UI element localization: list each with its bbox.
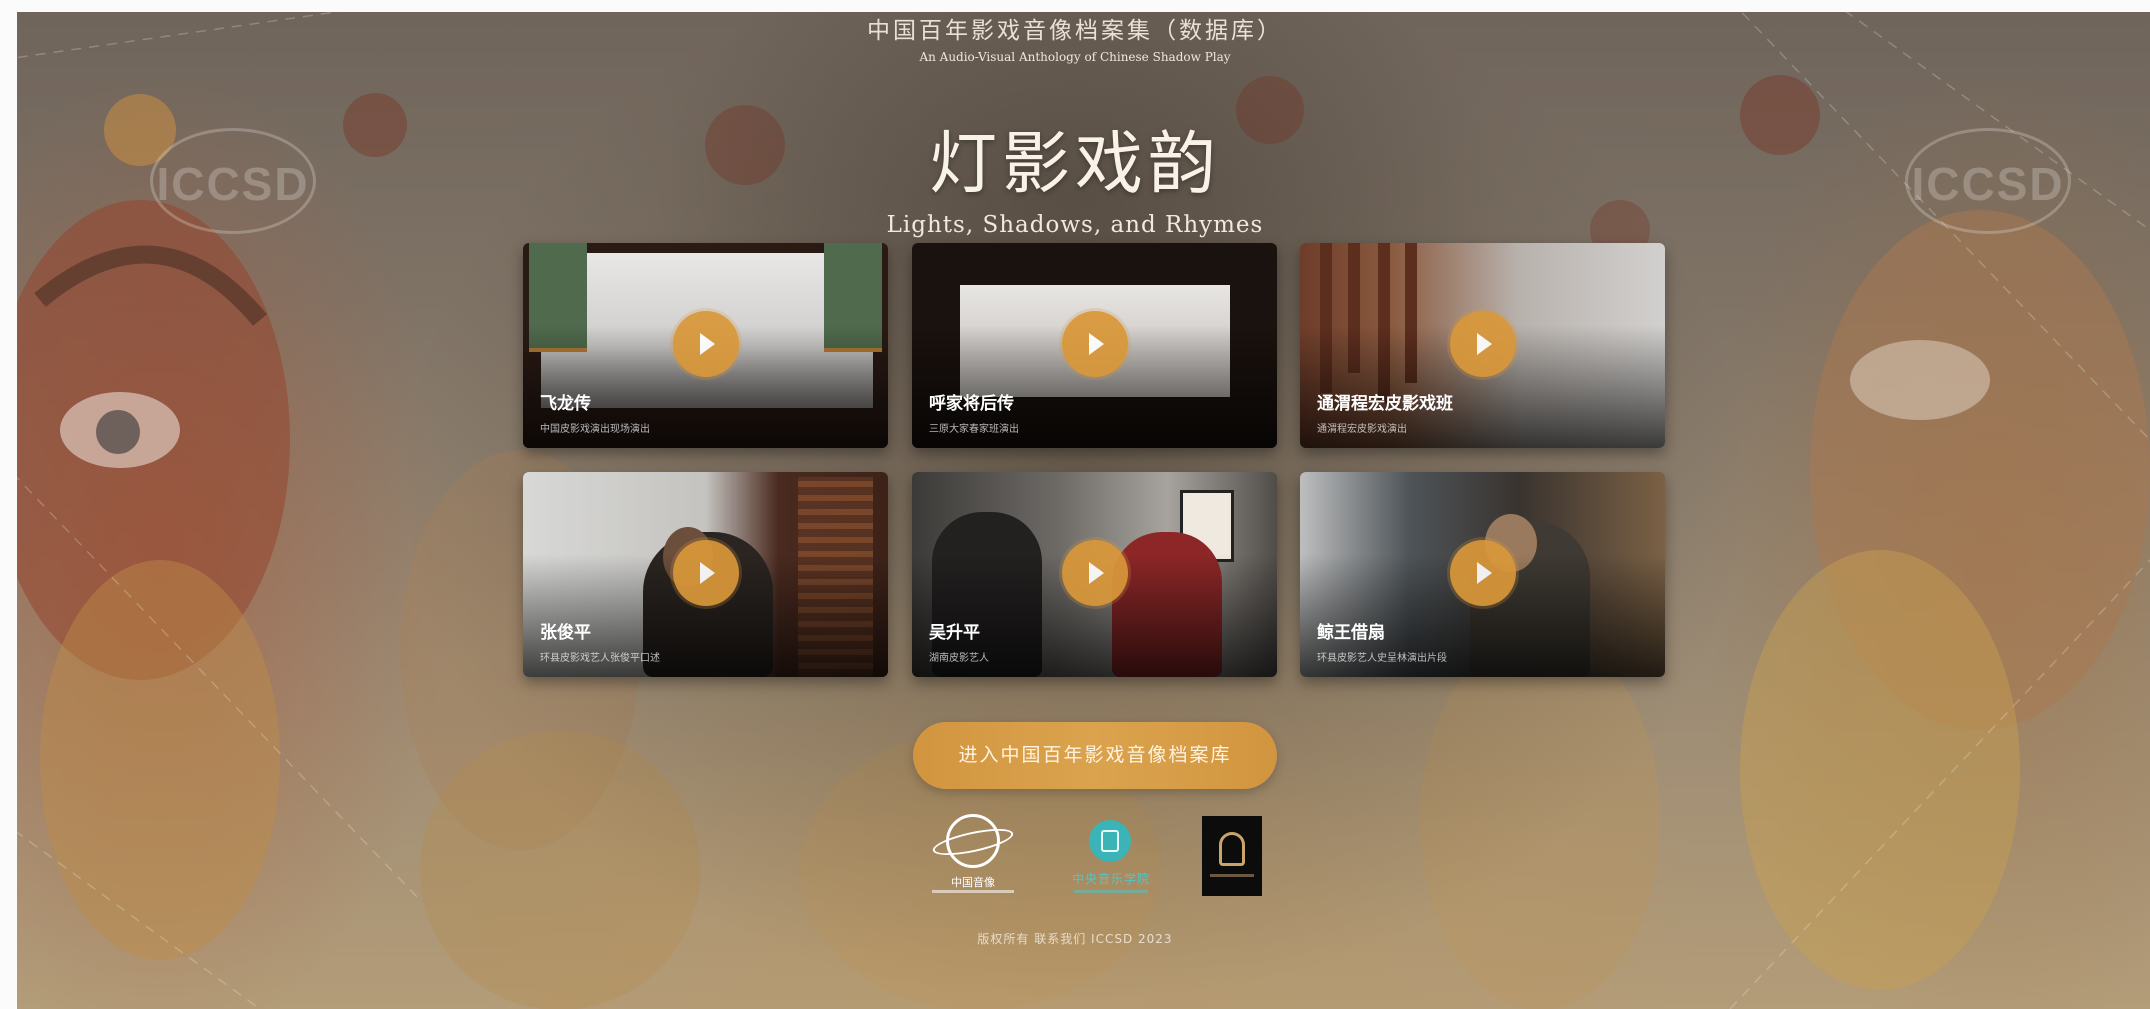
video-card[interactable]: 鲸王借扇 环县皮影艺人史呈林演出片段 xyxy=(1300,472,1665,677)
seal-icon xyxy=(1089,820,1131,862)
partner-logo-2[interactable]: 中央音乐学院 xyxy=(1066,820,1156,898)
brand-mark-icon xyxy=(1219,832,1245,866)
site-cn-subtitle: 中国百年影戏音像档案集（数据库） xyxy=(867,18,1283,44)
site-en-subtitle: An Audio-Visual Anthology of Chinese Sha… xyxy=(919,50,1231,64)
video-card[interactable]: 吴升平 湖南皮影艺人 xyxy=(912,472,1277,677)
video-title: 通渭程宏皮影戏班 xyxy=(1317,394,1453,414)
video-card[interactable]: 呼家将后传 三原大家春家班演出 xyxy=(912,243,1277,448)
video-grid: 飞龙传 中国皮影戏演出现场演出 呼家将后传 三原大家春家班演出 通渭程宏皮影戏班… xyxy=(523,243,1665,677)
partner-logo-label: 中国音像 xyxy=(951,876,995,889)
footer-text: 版权所有 联系我们 ICCSD 2023 xyxy=(977,932,1173,946)
video-subtitle: 中国皮影戏演出现场演出 xyxy=(540,424,650,435)
video-subtitle: 环县皮影戏艺人张俊平口述 xyxy=(540,653,660,664)
video-card[interactable]: 通渭程宏皮影戏班 通渭程宏皮影戏演出 xyxy=(1300,243,1665,448)
enter-archive-button[interactable]: 进入中国百年影戏音像档案库 xyxy=(913,722,1277,789)
video-subtitle: 湖南皮影艺人 xyxy=(929,653,989,664)
video-subtitle: 三原大家春家班演出 xyxy=(929,424,1019,435)
video-title: 张俊平 xyxy=(540,623,591,643)
video-title: 鲸王借扇 xyxy=(1317,623,1385,643)
play-icon[interactable] xyxy=(1450,311,1516,377)
video-subtitle: 环县皮影艺人史呈林演出片段 xyxy=(1317,653,1447,664)
play-icon[interactable] xyxy=(1062,540,1128,606)
partner-logo-label: 中央音乐学院 xyxy=(1071,872,1150,886)
video-title: 吴升平 xyxy=(929,623,980,643)
page-title: 灯影戏韵 xyxy=(928,125,1221,204)
play-icon[interactable] xyxy=(1062,311,1128,377)
video-card[interactable]: 飞龙传 中国皮影戏演出现场演出 xyxy=(523,243,888,448)
play-icon[interactable] xyxy=(673,311,739,377)
video-subtitle: 通渭程宏皮影戏演出 xyxy=(1317,424,1407,435)
play-icon[interactable] xyxy=(1450,540,1516,606)
video-card[interactable]: 张俊平 环县皮影戏艺人张俊平口述 xyxy=(523,472,888,677)
partner-logo-3[interactable] xyxy=(1202,816,1262,896)
play-icon[interactable] xyxy=(673,540,739,606)
partner-logo-1[interactable]: 中国音像 xyxy=(930,814,1016,900)
video-title: 呼家将后传 xyxy=(929,394,1014,414)
page-en-title: Lights, Shadows, and Rhymes xyxy=(886,212,1264,238)
video-title: 飞龙传 xyxy=(540,394,591,414)
